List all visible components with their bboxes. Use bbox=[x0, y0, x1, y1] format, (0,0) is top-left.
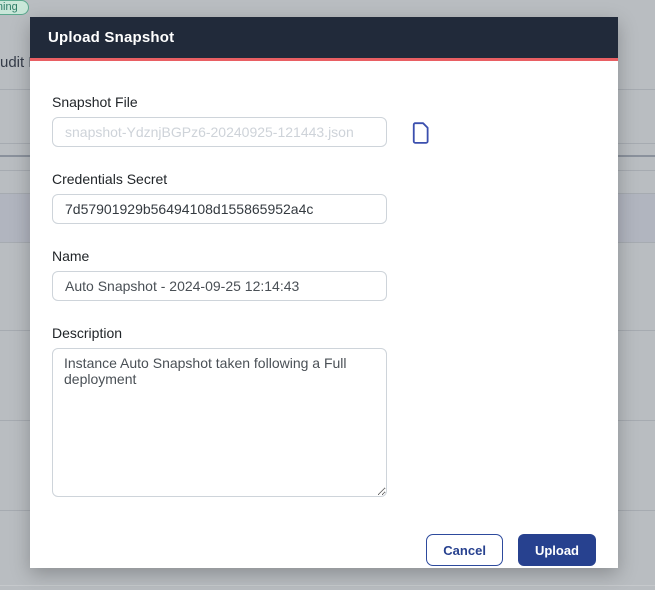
credentials-secret-label: Credentials Secret bbox=[52, 171, 168, 187]
snapshot-file-input[interactable] bbox=[52, 117, 387, 147]
upload-snapshot-modal: Upload Snapshot Snapshot File Credential… bbox=[30, 17, 618, 568]
name-label: Name bbox=[52, 248, 90, 264]
description-field: Description Instance Auto Snapshot taken… bbox=[52, 325, 596, 502]
name-field: Name bbox=[52, 248, 596, 301]
snapshot-file-label: Snapshot File bbox=[52, 94, 138, 110]
file-icon-button[interactable] bbox=[411, 121, 430, 144]
credentials-secret-field: Credentials Secret bbox=[52, 171, 596, 224]
description-textarea[interactable]: Instance Auto Snapshot taken following a… bbox=[52, 348, 387, 497]
modal-body: Snapshot File Credentials Secret Name bbox=[30, 61, 618, 587]
file-icon bbox=[411, 121, 430, 144]
cancel-button[interactable]: Cancel bbox=[426, 534, 503, 566]
upload-button[interactable]: Upload bbox=[517, 534, 596, 566]
status-badge: running bbox=[0, 0, 29, 15]
modal-header: Upload Snapshot bbox=[30, 17, 618, 58]
snapshot-file-field: Snapshot File bbox=[52, 94, 596, 147]
snapshot-file-input-row bbox=[52, 117, 596, 147]
modal-footer: Cancel Upload bbox=[52, 534, 596, 566]
modal-title: Upload Snapshot bbox=[48, 29, 175, 46]
credentials-secret-input[interactable] bbox=[52, 194, 387, 224]
name-input[interactable] bbox=[52, 271, 387, 301]
description-label: Description bbox=[52, 325, 123, 341]
